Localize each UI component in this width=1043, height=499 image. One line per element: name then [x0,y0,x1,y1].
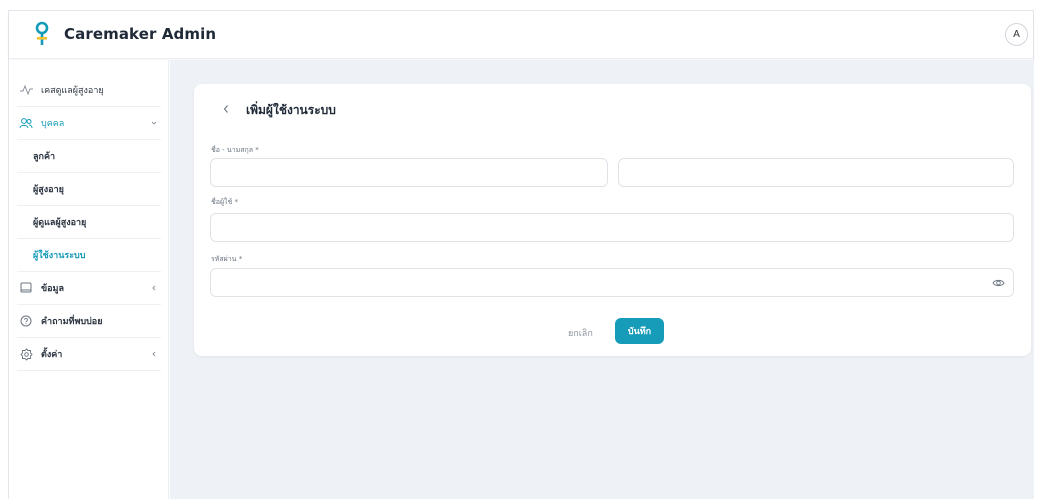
last-name-field[interactable] [618,158,1014,187]
users-icon [19,116,33,130]
sidebar-item-label: ผู้ดูแลผู้สูงอายุ [33,218,87,228]
settings-icon [19,347,33,361]
activity-icon [19,83,33,97]
sidebar-item-faq[interactable]: คำถามที่พบบ่อย [17,305,161,338]
fullname-label: ชื่อ - นามสกุล * [211,146,259,154]
help-circle-icon [19,314,33,328]
sidebar-item-label: ผู้ใช้งานระบบ [33,251,86,261]
username-label: ชื่อผู้ใช้ * [211,198,238,206]
monitor-icon [19,281,33,295]
sidebar-item-label: ลูกค้า [33,152,56,162]
chevron-left-icon [152,351,156,357]
sidebar-item-settings[interactable]: ตั้งค่า [17,338,161,371]
app-window: Caremaker Admin A เคสดูแลผู้สูงอายุ บุคค… [8,10,1034,499]
password-field[interactable] [210,268,1014,297]
sidebar-item-data[interactable]: ข้อมูล [17,272,161,305]
sidebar-item-elderly[interactable]: ผู้สูงอายุ [17,173,161,206]
logo-icon [35,21,49,45]
sidebar-item-persons[interactable]: บุคคล [17,107,161,140]
form-card: เพิ่มผู้ใช้งานระบบ ชื่อ - นามสกุล * ชื่อ… [194,84,1031,356]
main-content: เพิ่มผู้ใช้งานระบบ ชื่อ - นามสกุล * ชื่อ… [170,60,1034,499]
sidebar-item-label: คำถามที่พบบ่อย [41,317,103,327]
sidebar-item-label: ผู้สูงอายุ [33,185,64,195]
save-button[interactable]: บันทึก [615,318,664,344]
sidebar-item-elderly-care-cases[interactable]: เคสดูแลผู้สูงอายุ [17,74,161,107]
sidebar: เคสดูแลผู้สูงอายุ บุคคล ลูกค้า ผู้สูงอาย… [9,60,169,499]
chevron-down-icon [151,121,157,125]
first-name-field[interactable] [210,158,608,187]
sidebar-item-customers[interactable]: ลูกค้า [17,140,161,173]
chevron-left-icon [152,285,156,291]
app-title[interactable]: Caremaker Admin [64,25,216,43]
chevron-left-icon [223,105,228,113]
sidebar-item-caregivers[interactable]: ผู้ดูแลผู้สูงอายุ [17,206,161,239]
sidebar-item-label: เคสดูแลผู้สูงอายุ [41,86,104,96]
sidebar-item-label: บุคคล [41,119,65,129]
sidebar-item-system-users[interactable]: ผู้ใช้งานระบบ [17,239,161,272]
page-title: เพิ่มผู้ใช้งานระบบ [246,103,336,117]
sidebar-item-label: ข้อมูล [41,284,65,294]
password-label: รหัสผ่าน * [211,255,243,263]
sidebar-item-label: ตั้งค่า [41,350,63,360]
username-field[interactable] [210,213,1014,242]
eye-icon[interactable] [992,277,1005,289]
back-button[interactable] [220,102,232,116]
avatar[interactable]: A [1005,23,1028,46]
top-bar: Caremaker Admin A [9,11,1033,59]
cancel-button[interactable]: ยกเลิก [568,326,593,340]
